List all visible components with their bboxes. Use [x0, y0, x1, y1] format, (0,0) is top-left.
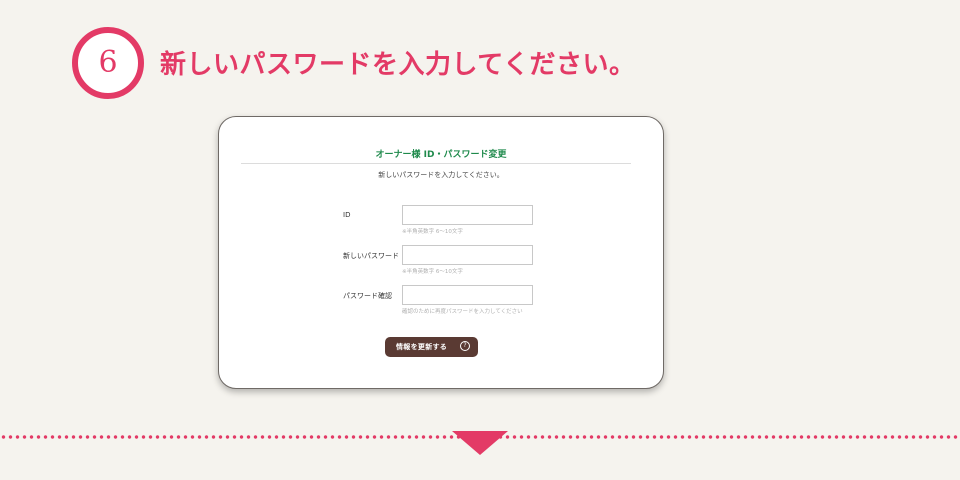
card-title: オーナー様 ID・パスワード変更	[375, 150, 507, 160]
title-divider	[241, 163, 631, 164]
update-info-button[interactable]: 情報を更新する ?	[385, 337, 478, 357]
password-change-card: オーナー様 ID・パスワード変更 新しいパスワードを入力してください。 ID ※…	[218, 116, 664, 389]
question-circle-icon: ?	[460, 341, 470, 351]
id-hint: ※半角英数字 6〜10文字	[402, 229, 463, 235]
step-number-badge: 6	[72, 27, 144, 99]
id-input[interactable]	[402, 205, 533, 225]
new-password-input[interactable]	[402, 245, 533, 265]
confirm-password-hint: 確認のために再度パスワードを入力してください	[402, 309, 523, 315]
confirm-password-input[interactable]	[402, 285, 533, 305]
step-title: 新しいパスワードを入力してください。	[160, 50, 636, 80]
new-password-hint: ※半角英数字 6〜10文字	[402, 269, 463, 275]
update-info-button-label: 情報を更新する	[396, 343, 448, 351]
step-number: 6	[98, 45, 118, 80]
card-instruction: 新しいパスワードを入力してください。	[378, 171, 504, 179]
down-arrow-icon	[452, 431, 508, 455]
id-label: ID	[343, 211, 351, 219]
new-password-label: 新しいパスワード	[343, 252, 399, 260]
confirm-password-label: パスワード確認	[343, 292, 392, 300]
